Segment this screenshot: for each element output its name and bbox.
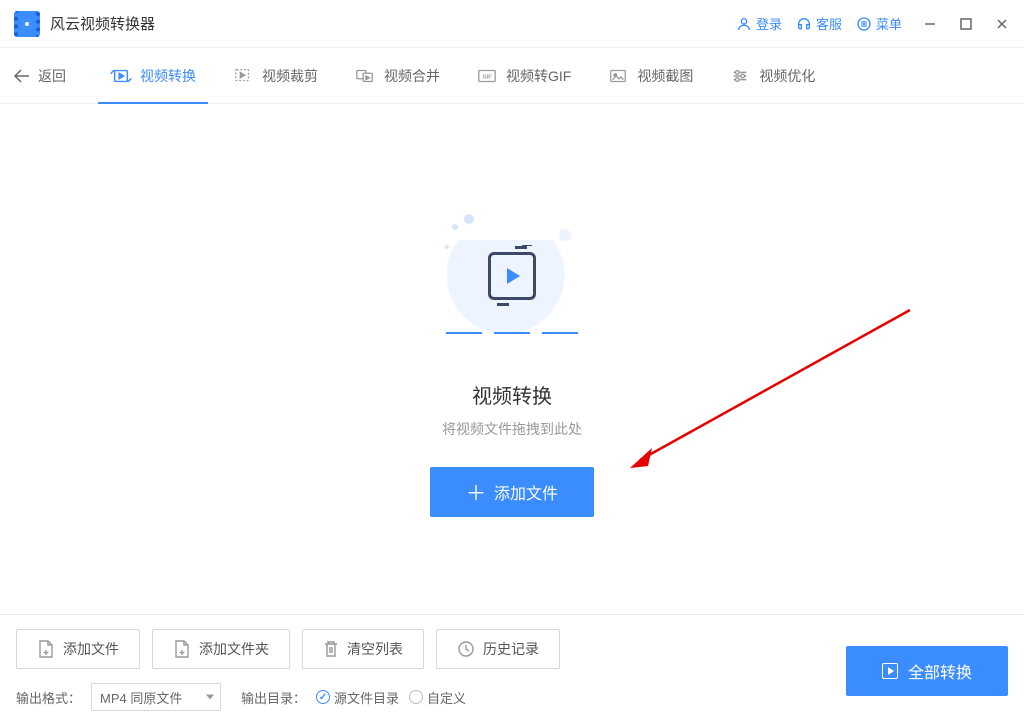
tab-label: 视频优化 bbox=[759, 66, 815, 86]
optimize-icon bbox=[729, 66, 751, 86]
arrow-left-icon bbox=[14, 69, 30, 83]
tab-video-gif[interactable]: GIF 视频转GIF bbox=[464, 48, 583, 104]
login-link[interactable]: 登录 bbox=[736, 14, 782, 33]
back-button[interactable]: 返回 bbox=[14, 66, 66, 86]
footer-history-button[interactable]: 历史记录 bbox=[436, 629, 560, 669]
support-link[interactable]: 客服 bbox=[796, 14, 842, 33]
titlebar: 风云视频转换器 登录 客服 菜单 bbox=[0, 0, 1024, 48]
merge-icon bbox=[354, 66, 376, 86]
close-button[interactable] bbox=[994, 16, 1010, 32]
play-box-icon bbox=[882, 663, 898, 679]
login-label: 登录 bbox=[756, 14, 782, 33]
convert-icon bbox=[110, 66, 132, 86]
radio-dot-icon bbox=[409, 690, 423, 704]
footer: 添加文件 添加文件夹 清空列表 历史记录 输出格式： MP4 同原文件 输出目录… bbox=[0, 614, 1024, 720]
radio-custom-dir[interactable]: 自定义 bbox=[409, 688, 466, 707]
minimize-button[interactable] bbox=[922, 16, 938, 32]
gif-icon: GIF bbox=[476, 66, 498, 86]
tab-video-convert[interactable]: 视频转换 bbox=[98, 48, 208, 104]
radio-label: 源文件目录 bbox=[334, 688, 399, 707]
user-icon bbox=[736, 16, 752, 32]
tab-video-optimize[interactable]: 视频优化 bbox=[717, 48, 827, 104]
folder-add-icon bbox=[173, 639, 191, 659]
history-icon bbox=[457, 640, 475, 658]
tab-video-screenshot[interactable]: 视频截图 bbox=[595, 48, 705, 104]
format-select[interactable]: MP4 同原文件 bbox=[91, 683, 221, 711]
button-label: 添加文件夹 bbox=[199, 639, 269, 659]
plus-icon: ＋ bbox=[466, 477, 486, 506]
svg-text:GIF: GIF bbox=[482, 74, 492, 80]
footer-add-file-button[interactable]: 添加文件 bbox=[16, 629, 140, 669]
tabbar: 返回 视频转换 视频裁剪 视频合并 GIF 视频转GIF 视频截图 视频优化 bbox=[0, 48, 1024, 104]
empty-subtitle: 将视频文件拖拽到此处 bbox=[442, 419, 582, 439]
footer-clear-button[interactable]: 清空列表 bbox=[302, 629, 424, 669]
tab-video-merge[interactable]: 视频合并 bbox=[342, 48, 452, 104]
crop-icon bbox=[232, 66, 254, 86]
file-add-icon bbox=[37, 639, 55, 659]
support-label: 客服 bbox=[816, 14, 842, 33]
convert-all-button[interactable]: 全部转换 bbox=[846, 646, 1008, 696]
dir-label: 输出目录： bbox=[241, 688, 306, 707]
menu-label: 菜单 bbox=[876, 14, 902, 33]
footer-add-folder-button[interactable]: 添加文件夹 bbox=[152, 629, 290, 669]
convert-all-label: 全部转换 bbox=[908, 659, 972, 683]
tab-label: 视频截图 bbox=[637, 66, 693, 86]
tab-label: 视频转换 bbox=[140, 66, 196, 86]
radio-dot-icon bbox=[316, 690, 330, 704]
tab-label: 视频合并 bbox=[384, 66, 440, 86]
menu-icon bbox=[856, 16, 872, 32]
radio-label: 自定义 bbox=[427, 688, 466, 707]
app-logo-icon bbox=[14, 11, 40, 37]
format-label: 输出格式： bbox=[16, 688, 81, 707]
back-label: 返回 bbox=[38, 66, 66, 86]
tab-label: 视频转GIF bbox=[506, 66, 571, 86]
radio-source-dir[interactable]: 源文件目录 bbox=[316, 688, 399, 707]
headset-icon bbox=[796, 16, 812, 32]
app-title: 风云视频转换器 bbox=[50, 13, 155, 34]
tab-video-crop[interactable]: 视频裁剪 bbox=[220, 48, 330, 104]
maximize-button[interactable] bbox=[958, 16, 974, 32]
menu-link[interactable]: 菜单 bbox=[856, 14, 902, 33]
add-file-label: 添加文件 bbox=[494, 480, 558, 504]
button-label: 添加文件 bbox=[63, 639, 119, 659]
empty-title: 视频转换 bbox=[472, 380, 552, 409]
empty-illustration-icon bbox=[422, 202, 602, 352]
empty-state: 视频转换 将视频文件拖拽到此处 ＋ 添加文件 bbox=[0, 104, 1024, 614]
tab-label: 视频裁剪 bbox=[262, 66, 318, 86]
button-label: 清空列表 bbox=[347, 639, 403, 659]
trash-icon bbox=[323, 640, 339, 658]
format-value: MP4 同原文件 bbox=[100, 688, 182, 707]
screenshot-icon bbox=[607, 66, 629, 86]
button-label: 历史记录 bbox=[483, 639, 539, 659]
add-file-button[interactable]: ＋ 添加文件 bbox=[430, 467, 594, 517]
